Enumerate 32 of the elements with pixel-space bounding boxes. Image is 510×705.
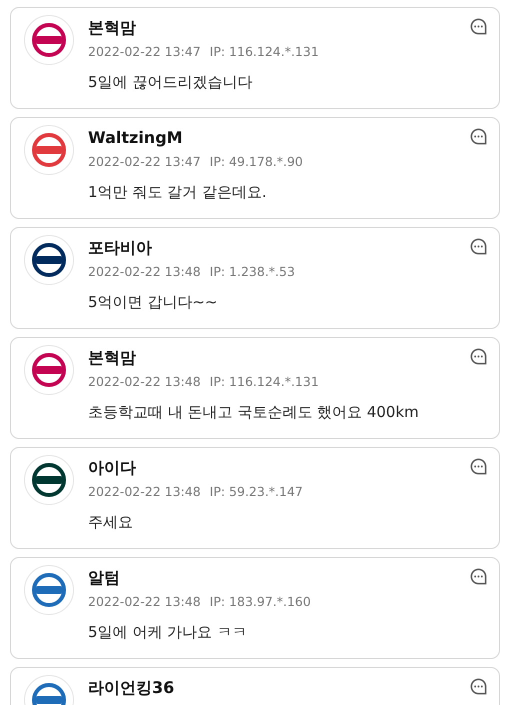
comment-text: 5일에 끊어드리겠습니다 [88,72,254,92]
ip-address: IP: 59.23.*.147 [210,484,303,500]
speech-bubble-icon[interactable] [469,237,488,256]
comment-date: 2022-02-22 13:48 [88,594,201,610]
comment-text: 5억이면 갑니다~~ [88,292,218,312]
author-name: 본혁맘 [88,348,137,368]
comment-text: 초등학교때 내 돈내고 국토순례도 했어요 400km [88,402,419,422]
comment-date: 2022-02-22 13:47 [88,44,201,60]
speech-bubble-icon[interactable] [469,567,488,586]
speech-bubble-icon[interactable] [469,677,488,696]
comment-date: 2022-02-22 13:47 [88,154,201,170]
author-name: 아이다 [88,458,137,478]
ip-address: IP: 49.178.*.90 [210,154,303,170]
author-name: 라이언킹36 [88,678,174,698]
author-name: 포타비아 [88,238,153,258]
speech-bubble-icon[interactable] [469,17,488,36]
author-name: 본혁맘 [88,18,137,38]
comment-date: 2022-02-22 13:48 [88,374,201,390]
ip-address: IP: 183.97.*.160 [210,594,311,610]
ip-address: IP: 116.124.*.131 [210,374,319,390]
comment-text: 주세요 [88,512,134,532]
ip-address: IP: 116.124.*.131 [210,44,319,60]
comment-text: 5일에 어케 가나요 ㅋㅋ [88,622,248,642]
speech-bubble-icon[interactable] [469,347,488,366]
comment-date: 2022-02-22 13:48 [88,264,201,280]
author-name: 알텀 [88,568,121,588]
author-name: WaltzingM [88,128,184,148]
ip-address: IP: 1.238.*.53 [210,264,295,280]
comment-text: 1억만 줘도 갈거 같은데요. [88,182,268,202]
speech-bubble-icon[interactable] [469,457,488,476]
speech-bubble-icon[interactable] [469,127,488,146]
comment-date: 2022-02-22 13:48 [88,484,201,500]
